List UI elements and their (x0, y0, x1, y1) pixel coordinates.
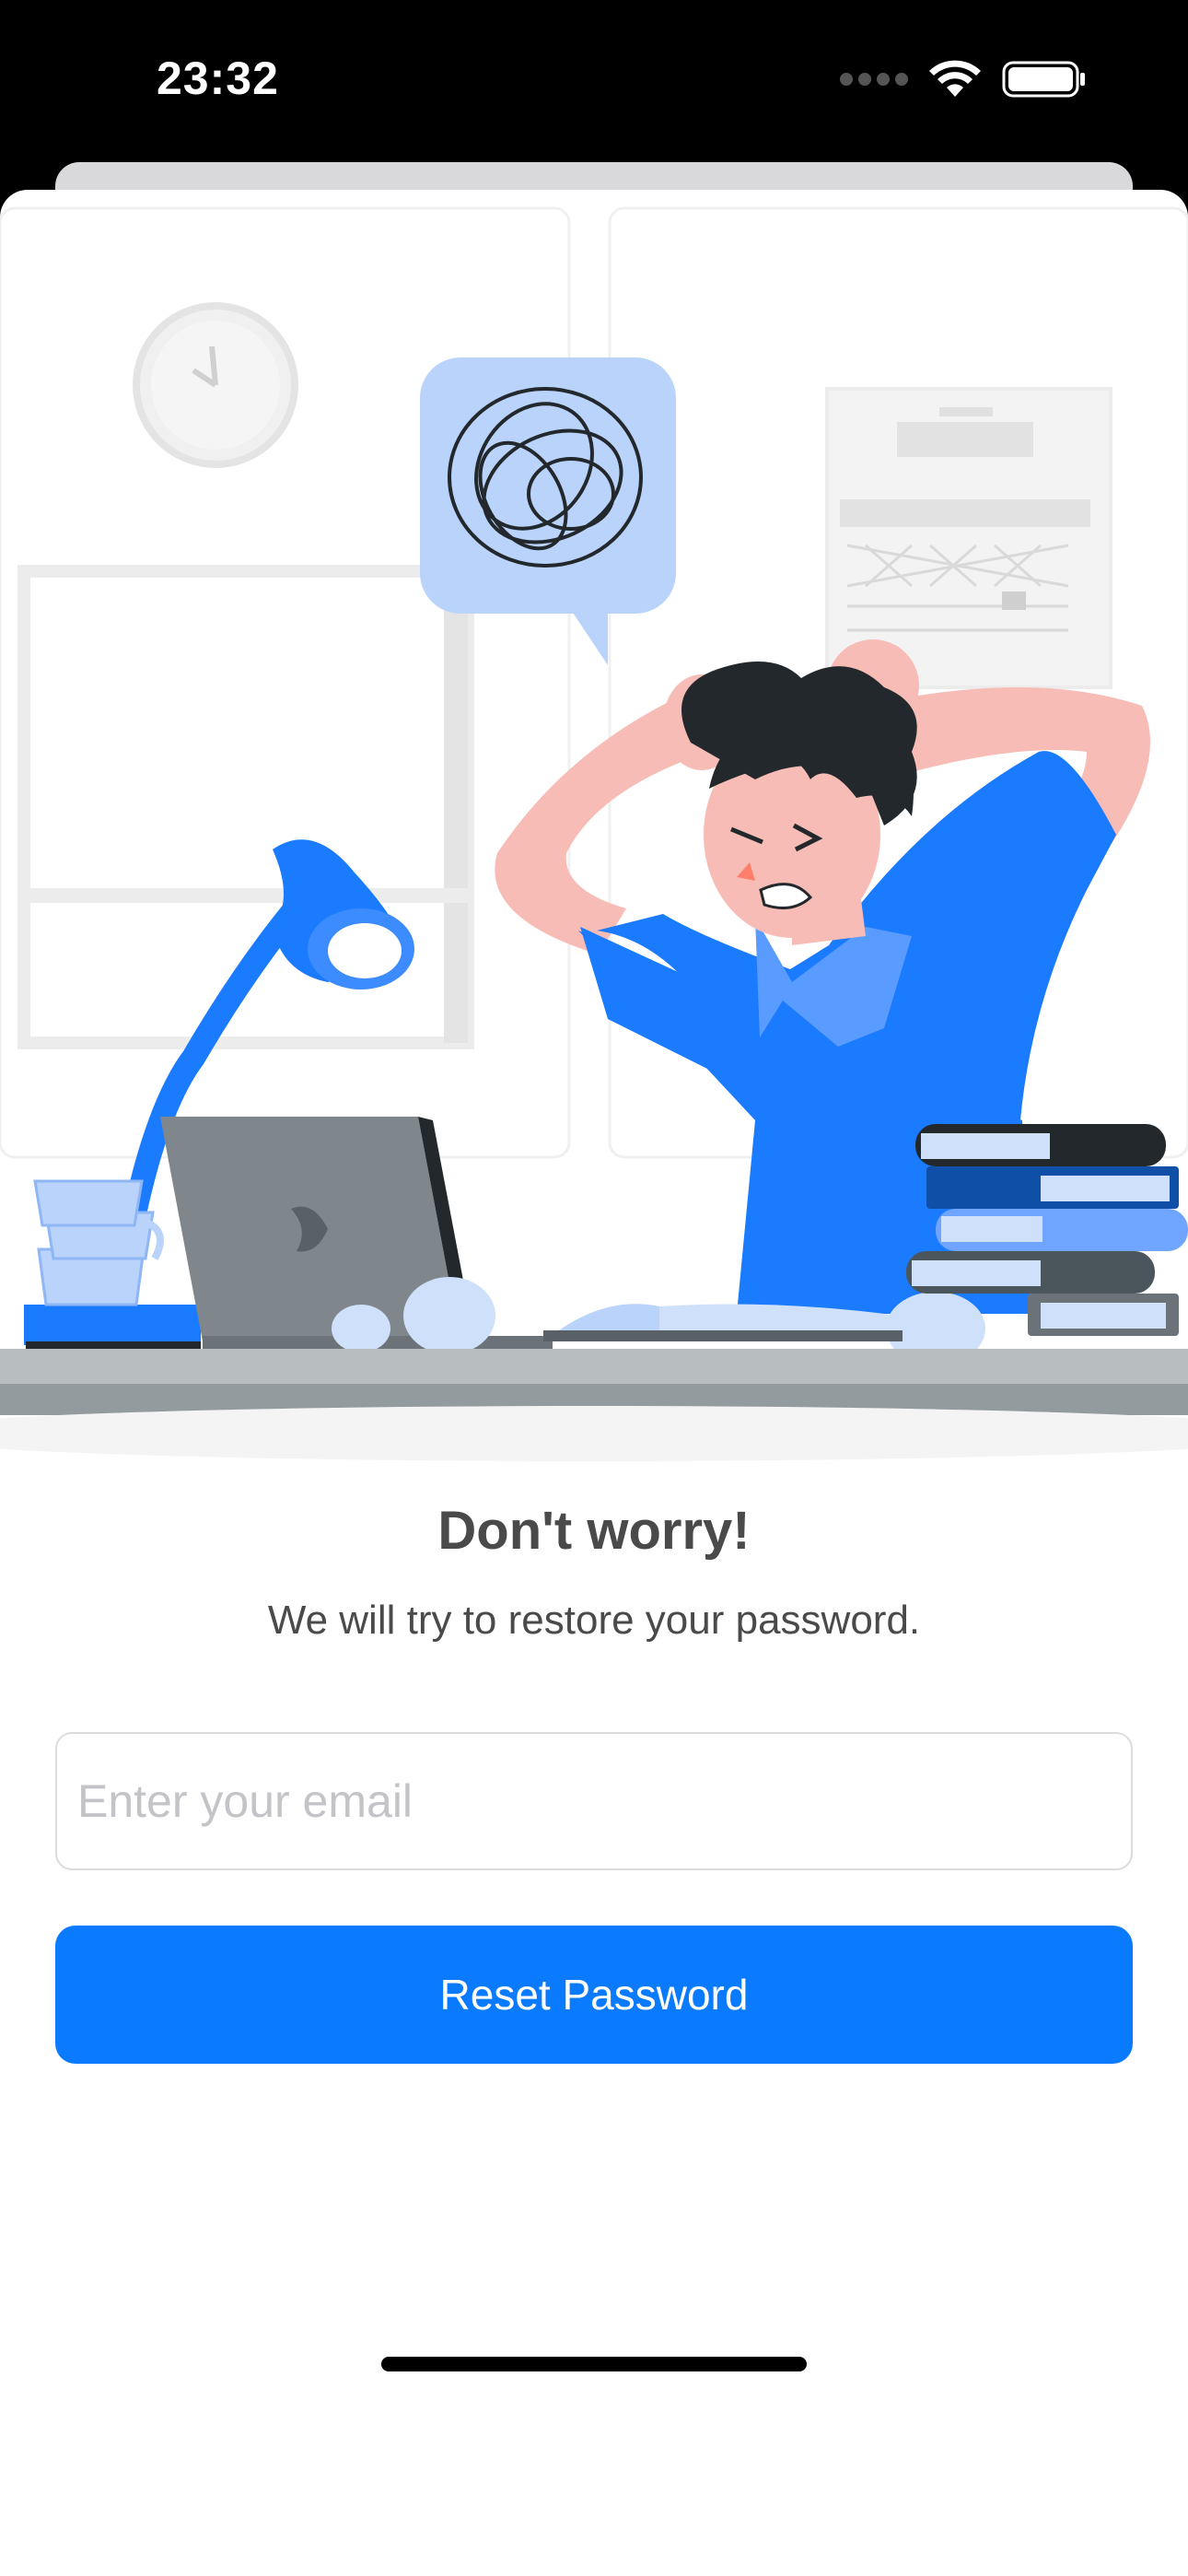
frustrated-man-at-desk-illustration (0, 206, 1188, 1461)
desk-surface (0, 1349, 1188, 1461)
battery-icon (1002, 61, 1085, 98)
status-bar: 23:32 (0, 0, 1188, 162)
email-field[interactable] (55, 1732, 1133, 1870)
page-title: Don't worry! (437, 1501, 751, 1561)
screen: 23:32 Don't worry! We will try to restor… (0, 0, 1188, 2576)
wifi-icon (929, 60, 981, 97)
reset-password-sheet: Don't worry! We will try to restore your… (0, 190, 1188, 2576)
page-subtitle: We will try to restore your password. (267, 1598, 921, 1643)
cellular-signal-icon (840, 73, 908, 86)
wall-clock-icon (133, 302, 298, 468)
status-time: 23:32 (157, 53, 279, 104)
status-icons (840, 59, 1087, 100)
home-indicator[interactable] (381, 2357, 807, 2371)
reset-password-button[interactable]: Reset Password (55, 1926, 1133, 2064)
